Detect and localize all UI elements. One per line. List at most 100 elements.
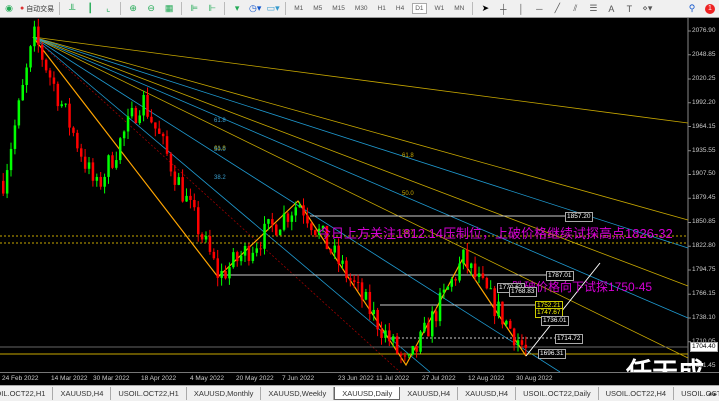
timeframe-m5[interactable]: M5 xyxy=(311,4,324,13)
timeframe-m30[interactable]: M30 xyxy=(353,4,370,13)
candle-body xyxy=(224,270,227,279)
search-icon[interactable]: ⚲ xyxy=(685,2,699,16)
chart-canvas xyxy=(0,18,691,373)
candle-body xyxy=(368,291,372,315)
cursor-icon[interactable]: ➤ xyxy=(478,2,492,16)
candle-body xyxy=(72,127,75,133)
price-level-label: 1768.83 xyxy=(509,287,537,297)
line-chart-icon[interactable]: ⌞ xyxy=(101,2,115,16)
auto-trade-label: 自动交易 xyxy=(26,5,55,13)
candlestick-icon[interactable]: ┃ xyxy=(83,2,97,16)
chart-tab[interactable]: USOIL.OCT22,Daily xyxy=(516,387,599,400)
timeframe-m1[interactable]: M1 xyxy=(292,4,305,13)
chart-tab[interactable]: XAUUSD,H4 xyxy=(458,387,517,400)
candle-body xyxy=(349,278,352,281)
candle-body xyxy=(434,311,438,322)
candle-body xyxy=(497,301,500,317)
date-tick: 24 Feb 2022 xyxy=(2,375,39,382)
price-level-label: 1787.01 xyxy=(546,271,574,281)
price-chart[interactable]: 2076.90 2048.85 2020.25 1992.20 1964.15 1935.… xyxy=(0,18,719,387)
tab-scroll-arrows[interactable]: ◂ ▸ xyxy=(708,390,717,398)
candle-body xyxy=(56,83,60,107)
candle-body xyxy=(384,330,387,338)
bar-chart-icon[interactable]: ╨ xyxy=(65,2,79,16)
candle-body xyxy=(372,309,375,315)
candle-body xyxy=(33,26,36,47)
candle-body xyxy=(150,116,153,123)
chart-tab[interactable]: USOIL.OCT22,H1 xyxy=(0,387,54,400)
price-tick: 1822.80 xyxy=(692,242,716,250)
timeframe-mn[interactable]: MN xyxy=(452,4,466,13)
chart-tab[interactable]: USOIL.OCT22,H4 xyxy=(599,387,675,400)
candle-body xyxy=(512,328,516,346)
candle-body xyxy=(310,223,313,231)
candle-body xyxy=(419,331,422,352)
trendline-icon[interactable]: ╱ xyxy=(550,2,564,16)
timeframe-d1[interactable]: D1 xyxy=(412,3,427,14)
timeframe-h1[interactable]: H1 xyxy=(376,4,388,13)
auto-trade-button[interactable]: ● 自动交易 xyxy=(20,2,54,16)
candle-body xyxy=(103,176,106,187)
chart-tab[interactable]: XAUUSD,H4 xyxy=(400,387,459,400)
candle-body xyxy=(134,107,138,124)
channel-icon[interactable]: ⫽ xyxy=(568,2,582,16)
zoom-out-icon[interactable]: ⊖ xyxy=(144,2,158,16)
candle-body xyxy=(298,205,301,208)
date-tick: 18 Apr 2022 xyxy=(141,375,177,382)
candle-body xyxy=(13,125,17,149)
candle-body xyxy=(232,252,235,268)
candle-body xyxy=(267,219,270,224)
candle-body xyxy=(107,155,110,177)
date-tick: 4 May 2022 xyxy=(190,375,224,382)
date-tick: 7 Jun 2022 xyxy=(282,375,315,382)
tile-windows-icon[interactable]: ▦ xyxy=(162,2,176,16)
candle-body xyxy=(278,229,282,236)
crosshair-icon[interactable]: ┼ xyxy=(496,2,510,16)
new-order-icon[interactable]: ◉ xyxy=(2,2,16,16)
date-tick: 20 May 2022 xyxy=(236,375,274,382)
candle-body xyxy=(68,103,71,128)
indicators-icon[interactable]: ▾ xyxy=(230,2,244,16)
candle-body xyxy=(516,340,520,346)
shapes-icon[interactable]: ⋄▾ xyxy=(640,2,654,16)
candle-body xyxy=(450,278,453,287)
fib-fan-line xyxy=(32,36,561,373)
timeframe-h4[interactable]: H4 xyxy=(394,4,406,13)
price-tick: 1850.85 xyxy=(692,218,716,226)
timeframe-w1[interactable]: W1 xyxy=(433,4,447,13)
candle-body xyxy=(41,44,44,60)
chart-tab[interactable]: XAUUSD,Monthly xyxy=(187,387,262,400)
periods-icon[interactable]: ◷▾ xyxy=(248,2,262,16)
chart-tab[interactable]: XAUUSD,H4 xyxy=(53,387,112,400)
candle-body xyxy=(91,162,95,181)
vertical-line-icon[interactable]: │ xyxy=(514,2,528,16)
candle-body xyxy=(356,281,360,283)
chart-shift-icon[interactable]: ⊫ xyxy=(187,2,201,16)
candle-body xyxy=(403,355,407,357)
candle-body xyxy=(341,260,344,264)
candle-body xyxy=(228,267,231,279)
candle-body xyxy=(200,234,204,240)
chart-tab[interactable]: USOIL.OCT22,H1 xyxy=(111,387,187,400)
candle-body xyxy=(454,278,457,281)
autoscroll-icon[interactable]: ⊩ xyxy=(205,2,219,16)
text-label-icon[interactable]: T xyxy=(622,2,636,16)
chart-tab[interactable]: XAUUSD,Weekly xyxy=(261,387,335,400)
fibonacci-icon[interactable]: ☰ xyxy=(586,2,600,16)
candle-body xyxy=(364,291,368,300)
candle-body xyxy=(83,156,87,169)
horizontal-line-icon[interactable]: ─ xyxy=(532,2,546,16)
timeframe-m15[interactable]: M15 xyxy=(330,4,347,13)
notifications-icon[interactable]: 1 xyxy=(703,2,717,16)
templates-icon[interactable]: ▭▾ xyxy=(266,2,280,16)
candle-body xyxy=(99,176,102,187)
zoom-in-icon[interactable]: ⊕ xyxy=(126,2,140,16)
candle-body xyxy=(282,213,286,230)
price-tick: 1935.55 xyxy=(692,146,716,154)
chart-tabs: USOIL.OCT22,H1XAUUSD,H4USOIL.OCT22,H1XAU… xyxy=(0,385,719,401)
candle-body xyxy=(193,199,196,208)
candle-body xyxy=(473,263,477,277)
text-icon[interactable]: A xyxy=(604,2,618,16)
zigzag-trendline xyxy=(32,36,527,367)
chart-tab[interactable]: XAUUSD,Daily xyxy=(334,387,401,400)
